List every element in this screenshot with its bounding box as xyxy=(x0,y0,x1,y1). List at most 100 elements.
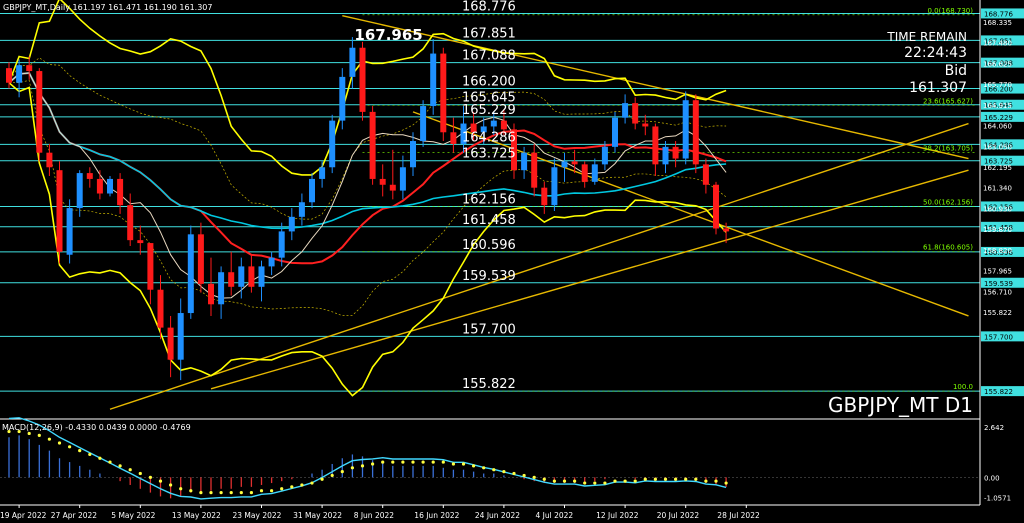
candle-body xyxy=(96,178,103,194)
candle-body xyxy=(642,123,649,127)
macd-signal-dot xyxy=(653,477,658,481)
candle xyxy=(107,176,113,197)
macd-signal-dot xyxy=(320,477,324,481)
candle-body xyxy=(56,170,63,252)
macd-tick: 2.642 xyxy=(984,424,1004,432)
fib-label: 50.0(162.156) xyxy=(923,198,973,206)
candle-body xyxy=(157,289,164,328)
macd-signal-dot xyxy=(472,464,476,468)
time-remain-label: TIME REMAIN xyxy=(886,30,967,44)
price-tick: 156.710 xyxy=(983,288,1012,296)
bid-label: Bid xyxy=(945,63,967,79)
macd-signal-dot xyxy=(158,479,163,483)
macd-signal-dot xyxy=(532,475,536,479)
macd-signal-dot xyxy=(249,490,253,495)
candle-body xyxy=(6,68,12,83)
macd-signal-dot xyxy=(643,477,647,481)
candle-body xyxy=(581,164,588,182)
macd-signal-dot xyxy=(492,468,496,472)
candle-body xyxy=(571,161,578,165)
date-label: 20 Jul 2022 xyxy=(657,511,700,520)
macd-signal-dot xyxy=(280,487,284,491)
level-label: 159.539 xyxy=(462,269,516,284)
candle-body xyxy=(147,243,154,290)
candle-body xyxy=(278,231,285,258)
candle-body xyxy=(541,187,548,206)
macd-signal-dot xyxy=(128,468,132,472)
candle-body xyxy=(339,76,346,121)
date-label: 27 Apr 2022 xyxy=(51,511,98,520)
macd-signal-dot xyxy=(148,475,152,479)
price-tick: 168.335 xyxy=(983,19,1012,27)
price-chart: 168.776167.851167.088166.200165.645165.2… xyxy=(0,0,1024,523)
candle-body xyxy=(66,208,73,255)
date-label: 31 May 2022 xyxy=(293,511,342,520)
macd-signal-dot xyxy=(411,460,415,464)
candle-body xyxy=(46,152,53,168)
candle xyxy=(66,199,73,264)
macd-signal-dot xyxy=(593,481,597,485)
candle-body xyxy=(652,126,659,165)
price-tick: 163.050 xyxy=(983,143,1012,151)
macd-signal-dot xyxy=(381,460,385,464)
candle-body xyxy=(26,65,33,72)
macd-signal-dot xyxy=(350,466,354,470)
candle-body xyxy=(127,205,134,241)
macd-signal-dot xyxy=(512,471,516,476)
macd-signal-dot xyxy=(310,481,314,485)
macd-signal-dot xyxy=(552,479,557,483)
fib-label: 61.8(160.605) xyxy=(923,244,973,252)
candle-body xyxy=(228,272,235,287)
candle-body xyxy=(309,178,315,203)
macd-signal-dot xyxy=(118,464,122,468)
candle-body xyxy=(622,103,629,118)
macd-signal-dot xyxy=(522,473,526,478)
price-tick: 164.060 xyxy=(983,123,1012,131)
level-label: 161.458 xyxy=(462,213,516,228)
time-remain-value: 22:24:43 xyxy=(904,45,967,61)
candle-body xyxy=(389,184,396,191)
candle-body xyxy=(177,313,184,360)
macd-signal-dot xyxy=(441,460,445,464)
macd-signal-dot xyxy=(461,462,466,466)
candle-body xyxy=(561,161,568,168)
level-label: 167.088 xyxy=(462,49,516,64)
macd-signal-dot xyxy=(694,477,698,481)
fib-label: 23.6(165.627) xyxy=(923,97,973,105)
candle-body xyxy=(379,178,386,185)
macd-signal-dot xyxy=(78,449,82,453)
candle xyxy=(612,111,618,153)
candle-body xyxy=(531,152,538,188)
candle-body xyxy=(329,120,336,168)
macd-signal-dot xyxy=(229,490,233,495)
candle-body xyxy=(107,178,113,194)
price-tick: 158.820 xyxy=(983,247,1012,255)
candle-body xyxy=(288,216,295,232)
macd-signal-dot xyxy=(704,479,708,483)
macd-signal-dot xyxy=(502,470,506,474)
macd-signal-dot xyxy=(270,489,274,493)
level-label: 166.200 xyxy=(462,75,516,90)
macd-signal-dot xyxy=(603,481,607,485)
level-label: 165.229 xyxy=(462,103,516,118)
candle-body xyxy=(137,240,144,244)
macd-signal-dot xyxy=(300,483,304,487)
candle xyxy=(420,100,427,147)
macd-signal-dot xyxy=(583,481,587,485)
candle-body xyxy=(258,266,265,287)
fib-label: 100.0 xyxy=(953,383,973,391)
level-axis-tag-text: 159.539 xyxy=(984,280,1013,288)
price-tick: 166.625 xyxy=(983,60,1012,68)
macd-signal-dot xyxy=(431,460,435,464)
level-axis-tag-text: 168.776 xyxy=(984,10,1013,18)
macd-signal-dot xyxy=(724,481,728,485)
macd-signal-dot xyxy=(27,431,31,436)
price-tick: 165.770 xyxy=(983,81,1012,89)
candle-body xyxy=(440,53,447,133)
candle-body xyxy=(268,257,275,267)
macd-signal-dot xyxy=(391,460,395,464)
date-label: 16 Jun 2022 xyxy=(414,511,459,520)
candle-body xyxy=(490,120,497,127)
macd-signal-dot xyxy=(714,479,718,483)
macd-signal-dot xyxy=(360,464,365,468)
